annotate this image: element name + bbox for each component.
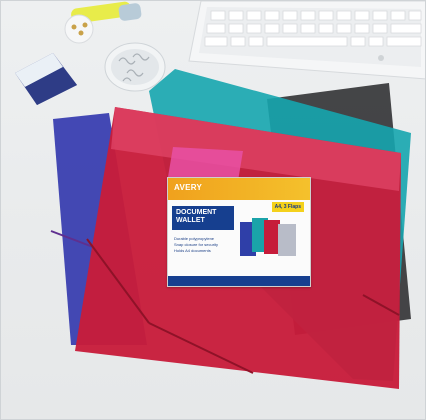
- label-size-badge: A4, 3 Flaps: [271, 202, 304, 212]
- photo-frame: AVERY A4, 3 Flaps DOCUMENT WALLET Durabl…: [0, 0, 426, 420]
- paperclip-jar: [104, 42, 166, 92]
- tape-dispenser: [15, 53, 77, 105]
- label-bullet: Holds A4 documents: [174, 248, 211, 253]
- label-title-line-2: WALLET: [176, 217, 205, 224]
- label-product-image: [240, 218, 296, 256]
- pushpins: [64, 14, 94, 44]
- label-title-line-1: DOCUMENT: [176, 209, 217, 216]
- brand-logo-text: AVERY: [174, 183, 203, 192]
- label-bullets: Durable polypropylene Snap closure for s…: [174, 236, 218, 254]
- label-title: DOCUMENT WALLET: [172, 206, 234, 230]
- product-label-card: AVERY A4, 3 Flaps DOCUMENT WALLET Durabl…: [167, 177, 311, 287]
- keyboard: [188, 1, 425, 80]
- label-header-band: AVERY: [168, 178, 310, 200]
- label-footer-band: [168, 276, 310, 286]
